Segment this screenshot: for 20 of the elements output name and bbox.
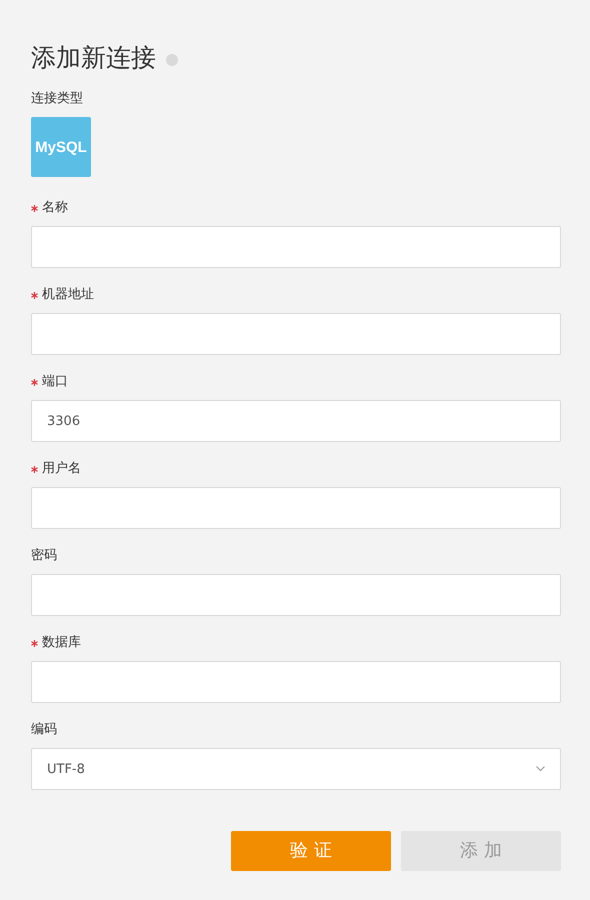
status-dot-icon: [166, 54, 178, 66]
field-label: 名称: [42, 199, 68, 217]
field-label: 编码: [31, 721, 57, 739]
field-label: 连接类型: [31, 90, 83, 108]
input-field[interactable]: [31, 487, 561, 529]
input-field[interactable]: [31, 226, 561, 268]
encoding-select[interactable]: UTF-8: [31, 748, 561, 790]
mysql-logo[interactable]: MySQL: [31, 117, 91, 177]
field-label: 密码: [31, 547, 57, 565]
input-field[interactable]: 3306: [31, 400, 561, 442]
page-title: 添加新连接: [31, 42, 156, 74]
field-label: 端口: [42, 373, 68, 391]
field-label: 用户名: [42, 460, 81, 478]
field-label: 机器地址: [42, 286, 94, 304]
verify-button[interactable]: 验证: [231, 831, 391, 871]
chevron-down-icon: [536, 766, 545, 772]
input-field[interactable]: [31, 661, 561, 703]
field-label: 数据库: [42, 634, 81, 652]
input-field[interactable]: [31, 313, 561, 355]
input-field[interactable]: [31, 574, 561, 616]
